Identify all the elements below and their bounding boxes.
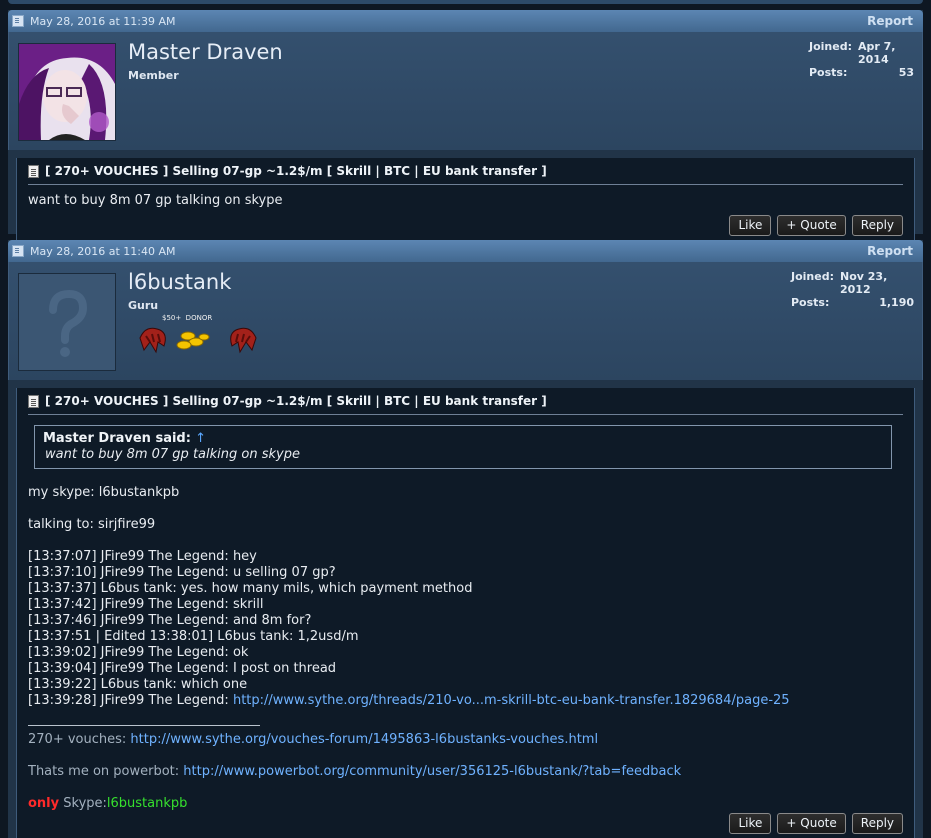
post-l6bustank: May 28, 2016 at 11:40 AM Report l6bustan… <box>8 240 923 838</box>
default-avatar[interactable] <box>18 273 116 371</box>
thread-title: [ 270+ VOUCHES ] Selling 07-gp ~1.2$/m [… <box>28 158 903 185</box>
user-info: Master Draven Member Joined: Apr 7, 2014 … <box>8 32 923 150</box>
chat-line: [13:37:42] JFire99 The Legend: skrill <box>28 597 264 612</box>
quote-author[interactable]: Master Draven said: <box>43 431 191 446</box>
user-stats: Joined: Nov 23, 2012 Posts: 1,190 <box>791 270 914 309</box>
donor-badge-icon <box>139 327 257 354</box>
quote-jump-arrow-icon[interactable]: ↑ <box>195 431 206 446</box>
signature-divider <box>28 725 260 726</box>
post-count: 53 <box>898 66 914 79</box>
skype-label: Skype: <box>59 796 107 811</box>
quote-button[interactable]: + Quote <box>777 215 846 236</box>
username[interactable]: Master Draven <box>128 40 283 64</box>
post-date: May 28, 2016 at 11:39 AM <box>30 14 176 28</box>
message-body: want to buy 8m 07 gp talking on skype <box>28 185 903 209</box>
chat-line: [13:37:46] JFire99 The Legend: and 8m fo… <box>28 613 312 628</box>
report-link[interactable]: Report <box>867 244 913 258</box>
previous-post-bottom <box>8 0 923 4</box>
signature-skype: only Skype:l6bustankpb <box>28 796 903 812</box>
post-actions: Like + Quote Reply <box>729 813 903 834</box>
chat-line: [13:37:10] JFire99 The Legend: u selling… <box>28 565 336 580</box>
post-count: 1,190 <box>879 296 914 309</box>
donor-badges: $50+ DONOR <box>138 314 268 356</box>
quote-button[interactable]: + Quote <box>777 813 846 834</box>
report-link[interactable]: Report <box>867 14 913 28</box>
posts-label: Posts: <box>791 296 830 309</box>
thread-title-text: [ 270+ VOUCHES ] Selling 07-gp ~1.2$/m [… <box>45 394 547 408</box>
user-stats: Joined: Apr 7, 2014 Posts: 53 <box>809 40 914 79</box>
avatar[interactable] <box>18 43 116 141</box>
post-permalink-icon[interactable] <box>12 245 24 257</box>
document-icon <box>28 394 39 408</box>
message-area: [ 270+ VOUCHES ] Selling 07-gp ~1.2$/m [… <box>16 158 915 240</box>
only-label: only <box>28 796 60 811</box>
signature-powerbot: Thats me on powerbot: http://www.powerbo… <box>28 764 903 780</box>
joined-label: Joined: <box>809 40 852 53</box>
vouches-prefix: 270+ vouches: <box>28 732 131 747</box>
post-permalink-icon[interactable] <box>12 15 24 27</box>
joined-label: Joined: <box>791 270 834 283</box>
powerbot-prefix: Thats me on powerbot: <box>28 764 184 779</box>
post-header: May 28, 2016 at 11:40 AM Report <box>8 240 923 262</box>
chat-line-prefix: [13:39:28] JFire99 The Legend: <box>28 693 233 708</box>
like-button[interactable]: Like <box>729 813 772 834</box>
posts-label: Posts: <box>809 66 848 79</box>
chat-line: [13:37:37] L6bus tank: yes. how many mil… <box>28 581 473 596</box>
quote-text: want to buy 8m 07 gp talking on skype <box>45 447 300 462</box>
thread-link[interactable]: http://www.sythe.org/threads/210-vo...m-… <box>233 693 790 708</box>
message-area: [ 270+ VOUCHES ] Selling 07-gp ~1.2$/m [… <box>16 388 915 838</box>
reply-button[interactable]: Reply <box>851 215 903 236</box>
vouches-link[interactable]: http://www.sythe.org/vouches-forum/14958… <box>130 732 598 747</box>
quote-block: Master Draven said: ↑ want to buy 8m 07 … <box>34 425 892 469</box>
username[interactable]: l6bustank <box>128 270 231 294</box>
chat-line: [13:39:02] JFire99 The Legend: ok <box>28 645 249 660</box>
chat-line: [13:39:04] JFire99 The Legend: I post on… <box>28 661 337 676</box>
thread-title-text: [ 270+ VOUCHES ] Selling 07-gp ~1.2$/m [… <box>45 164 547 178</box>
message-body: Master Draven said: ↑ want to buy 8m 07 … <box>28 415 903 812</box>
chat-line-last: [13:39:28] JFire99 The Legend: http://ww… <box>28 693 903 709</box>
skype-value: l6bustankpb <box>106 796 188 811</box>
document-icon <box>28 164 39 178</box>
post-header: May 28, 2016 at 11:39 AM Report <box>8 10 923 32</box>
talking-to-line: talking to: sirjfire99 <box>28 517 156 532</box>
chat-line: [13:37:07] JFire99 The Legend: hey <box>28 549 257 564</box>
signature-vouches: 270+ vouches: http://www.sythe.org/vouch… <box>28 732 903 748</box>
message-text: want to buy 8m 07 gp talking on skype <box>28 193 283 208</box>
thread-title: [ 270+ VOUCHES ] Selling 07-gp ~1.2$/m [… <box>28 388 903 415</box>
chat-line: [13:39:22] L6bus tank: which one <box>28 677 248 692</box>
user-title: Guru <box>128 299 159 312</box>
joined-date: Nov 23, 2012 <box>840 270 888 296</box>
skype-line: my skype: l6bustankpb <box>28 485 180 500</box>
user-info: l6bustank Guru $50+ DONOR Joined: Nov 23,… <box>8 262 923 380</box>
user-title: Member <box>128 69 179 82</box>
post-date: May 28, 2016 at 11:40 AM <box>30 244 176 258</box>
chat-line: [13:37:51 | Edited 13:38:01] L6bus tank:… <box>28 629 359 644</box>
reply-button[interactable]: Reply <box>851 813 903 834</box>
powerbot-link[interactable]: http://www.powerbot.org/community/user/3… <box>183 764 681 779</box>
post-master-draven: May 28, 2016 at 11:39 AM Report Master D… <box>8 10 923 240</box>
post-date-wrap: May 28, 2016 at 11:40 AM <box>12 245 175 258</box>
post-actions: Like + Quote Reply <box>28 209 903 236</box>
post-date-wrap: May 28, 2016 at 11:39 AM <box>12 15 175 28</box>
like-button[interactable]: Like <box>729 215 772 236</box>
joined-date: Apr 7, 2014 <box>858 40 896 66</box>
